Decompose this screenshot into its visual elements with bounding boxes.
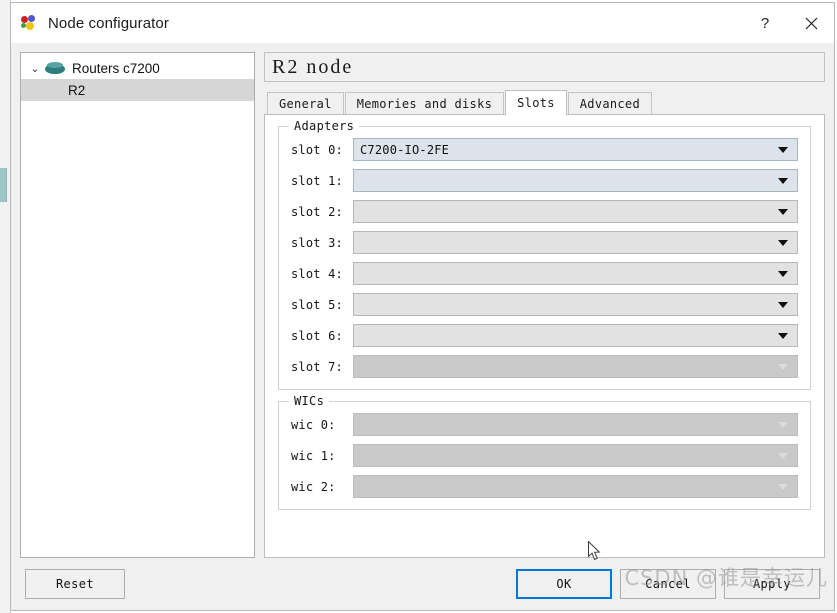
slot-row-4: slot 4: bbox=[291, 260, 798, 287]
chevron-down-icon bbox=[778, 301, 788, 308]
adapters-groupbox: Adapters slot 0: C7200-IO-2FE slot 1: sl… bbox=[278, 119, 811, 390]
slot-5-label: slot 5: bbox=[291, 297, 343, 312]
chevron-down-icon bbox=[778, 363, 788, 370]
wic-2-combobox bbox=[353, 475, 798, 498]
close-button[interactable] bbox=[788, 3, 834, 43]
app-icon-dot-yellow bbox=[26, 22, 34, 30]
tab-slots[interactable]: Slots bbox=[505, 90, 567, 115]
slot-row-6: slot 6: bbox=[291, 322, 798, 349]
slot-5-combobox[interactable] bbox=[353, 293, 798, 316]
slot-row-5: slot 5: bbox=[291, 291, 798, 318]
background-window-accent bbox=[0, 168, 7, 202]
chevron-down-icon bbox=[778, 332, 788, 339]
slot-3-combobox[interactable] bbox=[353, 231, 798, 254]
slot-row-3: slot 3: bbox=[291, 229, 798, 256]
tab-widget: General Memories and disks Slots Advance… bbox=[264, 89, 825, 558]
slot-6-combobox[interactable] bbox=[353, 324, 798, 347]
slot-7-label: slot 7: bbox=[291, 359, 343, 374]
reset-button[interactable]: Reset bbox=[25, 569, 125, 599]
slot-3-label: slot 3: bbox=[291, 235, 343, 250]
slot-2-combobox[interactable] bbox=[353, 200, 798, 223]
app-icon bbox=[21, 14, 39, 32]
tab-memories-and-disks[interactable]: Memories and disks bbox=[344, 92, 505, 114]
slot-2-label: slot 2: bbox=[291, 204, 343, 219]
chevron-down-icon bbox=[778, 483, 788, 490]
chevron-down-icon bbox=[778, 421, 788, 428]
slot-row-0: slot 0: C7200-IO-2FE bbox=[291, 136, 798, 163]
wic-2-label: wic 2: bbox=[291, 479, 336, 494]
wic-row-0: wic 0: bbox=[291, 411, 798, 438]
apply-button[interactable]: Apply bbox=[724, 569, 820, 599]
slot-0-value: C7200-IO-2FE bbox=[360, 142, 450, 157]
page-title: R2 node bbox=[264, 52, 825, 82]
close-icon bbox=[805, 17, 817, 29]
tab-bar: General Memories and disks Slots Advance… bbox=[264, 89, 825, 115]
tree-item-label: Routers c7200 bbox=[72, 60, 160, 76]
slot-row-2: slot 2: bbox=[291, 198, 798, 225]
chevron-down-icon bbox=[778, 177, 788, 184]
router-icon bbox=[45, 61, 65, 75]
wic-0-label: wic 0: bbox=[291, 417, 336, 432]
dialog-body: ⌄ Routers c7200 R2 R2 node General Memor… bbox=[11, 43, 834, 558]
slot-0-combobox[interactable]: C7200-IO-2FE bbox=[353, 138, 798, 161]
slot-4-label: slot 4: bbox=[291, 266, 343, 281]
slot-row-1: slot 1: bbox=[291, 167, 798, 194]
help-button[interactable]: ? bbox=[742, 3, 788, 43]
wic-row-1: wic 1: bbox=[291, 442, 798, 469]
tree-item-r2[interactable]: R2 bbox=[21, 79, 254, 101]
cancel-button[interactable]: Cancel bbox=[620, 569, 716, 599]
wic-1-label: wic 1: bbox=[291, 448, 336, 463]
wics-groupbox-title: WICs bbox=[289, 394, 330, 408]
slot-row-7: slot 7: bbox=[291, 353, 798, 380]
titlebar-buttons: ? bbox=[742, 3, 834, 43]
content-panel: R2 node General Memories and disks Slots… bbox=[264, 52, 825, 558]
chevron-down-icon[interactable]: ⌄ bbox=[27, 62, 43, 75]
node-tree-panel: ⌄ Routers c7200 R2 bbox=[20, 52, 255, 558]
ok-button[interactable]: OK bbox=[516, 569, 612, 599]
slot-7-combobox bbox=[353, 355, 798, 378]
tab-page-slots: Adapters slot 0: C7200-IO-2FE slot 1: sl… bbox=[264, 114, 825, 558]
tree-item-routers-c7200[interactable]: ⌄ Routers c7200 bbox=[21, 57, 254, 79]
slot-0-label: slot 0: bbox=[291, 142, 343, 157]
adapters-groupbox-title: Adapters bbox=[289, 119, 360, 133]
wic-row-2: wic 2: bbox=[291, 473, 798, 500]
slot-6-label: slot 6: bbox=[291, 328, 343, 343]
node-configurator-dialog: Node configurator ? ⌄ Routers c7200 R2 R… bbox=[10, 2, 835, 611]
slot-4-combobox[interactable] bbox=[353, 262, 798, 285]
router-icon-top bbox=[47, 61, 63, 68]
app-icon-dot-blue bbox=[28, 15, 35, 22]
chevron-down-icon bbox=[778, 208, 788, 215]
chevron-down-icon bbox=[778, 452, 788, 459]
tree-item-label: R2 bbox=[68, 82, 86, 98]
slot-1-label: slot 1: bbox=[291, 173, 343, 188]
title-bar: Node configurator ? bbox=[11, 3, 834, 43]
wic-1-combobox bbox=[353, 444, 798, 467]
chevron-down-icon bbox=[778, 146, 788, 153]
dialog-footer: Reset OK Cancel Apply CSDN @谁是幸运儿 bbox=[11, 558, 834, 610]
window-title: Node configurator bbox=[48, 14, 169, 32]
footer-button-group: OK Cancel Apply bbox=[516, 569, 820, 599]
wics-groupbox: WICs wic 0: wic 1: wic 2: bbox=[278, 394, 811, 510]
chevron-down-icon bbox=[778, 270, 788, 277]
slot-1-combobox[interactable] bbox=[353, 169, 798, 192]
wic-0-combobox bbox=[353, 413, 798, 436]
chevron-down-icon bbox=[778, 239, 788, 246]
tab-advanced[interactable]: Advanced bbox=[567, 92, 652, 114]
tab-general[interactable]: General bbox=[267, 92, 344, 114]
